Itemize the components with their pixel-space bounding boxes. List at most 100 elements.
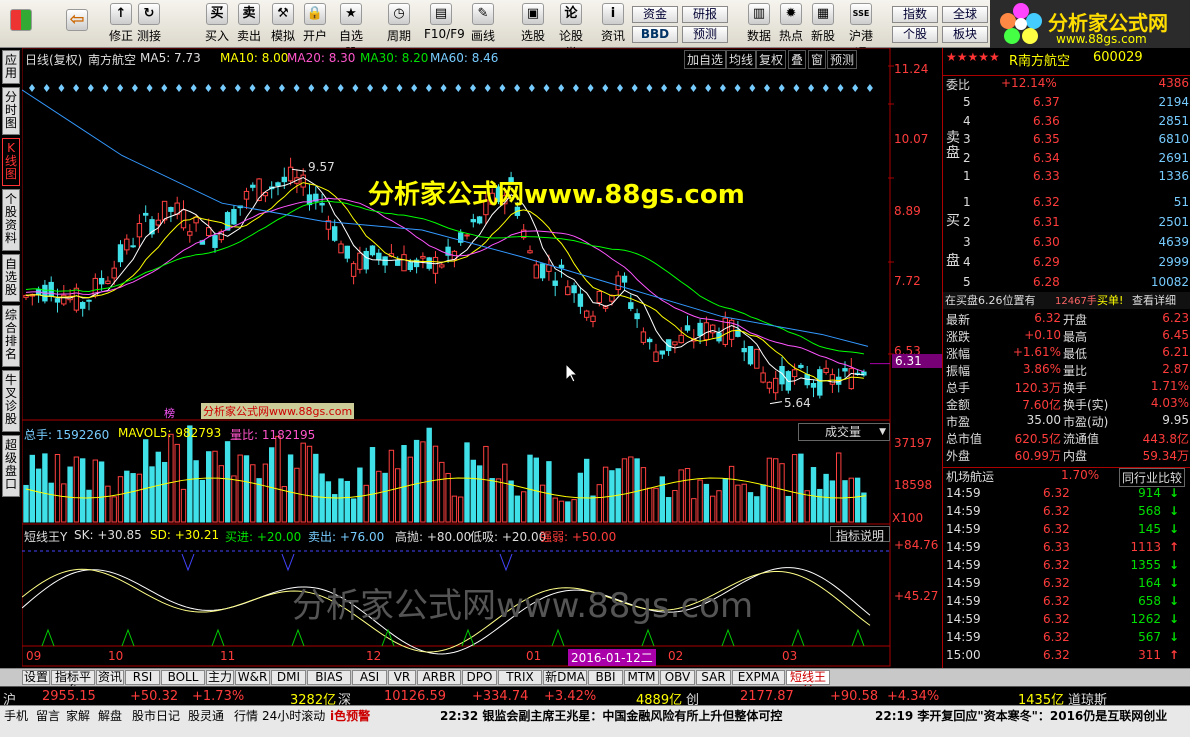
toolbar-button-12[interactable]: i 资讯 (596, 3, 630, 45)
candle-body (628, 302, 634, 309)
toolbar-button-16[interactable]: SSE 沪港通 (844, 3, 878, 60)
compare-button[interactable]: 同行业比较 (1119, 468, 1186, 487)
bottom-tab-16[interactable]: MTM (624, 670, 659, 685)
chart-header-button-1[interactable]: 均线 (726, 50, 757, 69)
toolbar-button-7[interactable]: ◷ 周期 (382, 3, 416, 45)
side-tab-4[interactable]: 自选股 (2, 254, 20, 302)
tick-volume: 1113 (1130, 540, 1161, 554)
side-tab-0[interactable]: 应用 (2, 50, 20, 84)
toolbar-button-14[interactable]: ✹ 热点 (774, 3, 808, 45)
side-tab-5[interactable]: 综合排名 (2, 305, 20, 367)
sell-row[interactable]: 1 6.33 1336 (943, 169, 1190, 186)
bottom-tab-8[interactable]: BIAS (307, 670, 351, 685)
toolbar-button-6[interactable]: ★ 自选股 (334, 3, 368, 60)
toolbar-button-1[interactable]: ↻ 测接 (132, 3, 166, 45)
menu-grid-icon[interactable] (4, 3, 38, 45)
bottom-tab-13[interactable]: TRIX (498, 670, 542, 685)
kline-chart[interactable]: 日线(复权) 南方航空 MA5: 7.73 MA10: 8.00 MA20: 8… (22, 48, 942, 668)
candle-body (432, 256, 439, 274)
bottom-tab-7[interactable]: DMI (271, 670, 306, 685)
buy-row[interactable]: 3 6.30 4639 (943, 235, 1190, 252)
bottom-tab-12[interactable]: DPO (462, 670, 497, 685)
status-item-2[interactable]: 家解 (66, 707, 90, 724)
toolbar-button-3[interactable]: 卖卖出 (232, 3, 266, 45)
sell-row[interactable]: 5 6.37 2194 (943, 95, 1190, 112)
candle-body (80, 302, 86, 309)
indicator-weak: 强弱: +50.00 (540, 530, 617, 544)
chart-header-button-0[interactable]: 加自选 (684, 50, 727, 69)
toolbar-button-10[interactable]: ▣ 选股 (516, 3, 550, 45)
bottom-tab-2[interactable]: 资讯 (96, 670, 124, 685)
toolbar-button-11[interactable]: 论论股堂 (554, 3, 588, 60)
zijin-button[interactable]: 资金 (632, 6, 678, 23)
news-ticker-1[interactable]: 22:32 银监会副主席王兆星：中国金融风险有所上升但整体可控 (440, 707, 782, 724)
side-tab-2[interactable]: K线图 (2, 138, 20, 186)
volume-dropdown[interactable]: 成交量 ▼ (798, 423, 890, 441)
gegu-button[interactable]: 个股 (892, 26, 938, 43)
volume-bar (584, 458, 590, 523)
bbd-button[interactable]: BBD (632, 26, 678, 43)
diamond-marker (367, 84, 374, 92)
bottom-tab-18[interactable]: SAR (696, 670, 731, 685)
bankuai-button[interactable]: 板块 (942, 26, 988, 43)
toolbar-button-4[interactable]: ⚒ 模拟 (266, 3, 300, 45)
bottom-tab-15[interactable]: BBI (588, 670, 623, 685)
candle-body (596, 290, 602, 304)
toolbar-button-9[interactable]: ✎ 画线 (466, 3, 500, 45)
bottom-tab-14[interactable]: 新DMA (543, 670, 587, 685)
sell-row[interactable]: 2 6.34 2691 (943, 151, 1190, 168)
side-tab-7[interactable]: 超级盘口 (2, 435, 20, 497)
status-item-5[interactable]: 股灵通 (188, 707, 224, 724)
indicator-help-button[interactable]: 指标说明 (830, 526, 890, 543)
toolbar-button-8[interactable]: ▤ F10/F9 (424, 3, 465, 45)
notice-buy: 买单! (1097, 294, 1124, 307)
bottom-tab-5[interactable]: 主力 (206, 670, 234, 685)
buy-row[interactable]: 1 6.32 51 (943, 195, 1190, 212)
diamond-marker (793, 84, 800, 92)
bottom-tab-9[interactable]: ASI (352, 670, 387, 685)
status-item-1[interactable]: 留言 (36, 707, 60, 724)
toolbar-button-5[interactable]: 🔒 开户 (298, 3, 332, 45)
bottom-tab-1[interactable]: 指标平台 (51, 670, 95, 697)
bottom-tab-17[interactable]: OBV (660, 670, 695, 685)
sector-name[interactable]: 机场航运 (946, 468, 994, 485)
chart-header-button-4[interactable]: 窗 (808, 50, 827, 69)
bottom-tab-11[interactable]: ARBR (417, 670, 461, 685)
buy-row[interactable]: 4 6.29 2999 (943, 255, 1190, 272)
bottom-tab-4[interactable]: BOLL (161, 670, 205, 685)
toolbar-button-13[interactable]: ▥ 数据 (742, 3, 776, 45)
sell-row[interactable]: 4 6.36 2851 (943, 114, 1190, 131)
diamond-marker (43, 84, 50, 92)
side-tab-3[interactable]: 个股资料 (2, 189, 20, 251)
yuce-button[interactable]: 预测 (682, 26, 728, 43)
yanbao-button[interactable]: 研报 (682, 6, 728, 23)
status-item-0[interactable]: 手机 (4, 707, 28, 724)
chart-header-button-5[interactable]: 预测 (827, 50, 858, 69)
alert-link[interactable]: i色预警 (330, 707, 370, 724)
status-item-7[interactable]: 24小时滚动 (262, 707, 325, 724)
sell-row[interactable]: 3 6.35 6810 (943, 132, 1190, 149)
buy-row[interactable]: 2 6.31 2501 (943, 215, 1190, 232)
chart-header-button-3[interactable]: 叠 (788, 50, 807, 69)
status-item-6[interactable]: 行情 (234, 707, 258, 724)
bottom-tab-20[interactable]: 短线王Y (786, 670, 830, 697)
bottom-tab-10[interactable]: VR (388, 670, 416, 685)
bottom-tab-3[interactable]: RSI (125, 670, 160, 685)
buy-row[interactable]: 5 6.28 10082 (943, 275, 1190, 292)
chart-header-button-2[interactable]: 复权 (756, 50, 787, 69)
notice-detail-link[interactable]: 查看详细 (1132, 292, 1176, 308)
news-ticker-2[interactable]: 22:19 李开复回应"资本寒冬"：2016仍是互联网创业 (875, 707, 1189, 724)
volume-bar (445, 472, 451, 523)
quanqiu-button[interactable]: 全球 (942, 6, 988, 23)
bottom-tab-6[interactable]: W&R (235, 670, 270, 685)
status-item-3[interactable]: 解盘 (98, 707, 122, 724)
toolbar-button-15[interactable]: ▦ 新股 (806, 3, 840, 45)
toolbar-button-2[interactable]: 买买入 (200, 3, 234, 45)
bottom-tab-19[interactable]: EXPMA (732, 670, 785, 685)
status-item-4[interactable]: 股市日记 (132, 707, 180, 724)
bottom-tab-0[interactable]: 设置 (22, 670, 50, 685)
zhishu-button[interactable]: 指数 (892, 6, 938, 23)
back-arrow-icon[interactable]: ⇦ (60, 3, 94, 45)
side-tab-1[interactable]: 分时图 (2, 87, 20, 135)
side-tab-6[interactable]: 牛叉诊股 (2, 370, 20, 432)
